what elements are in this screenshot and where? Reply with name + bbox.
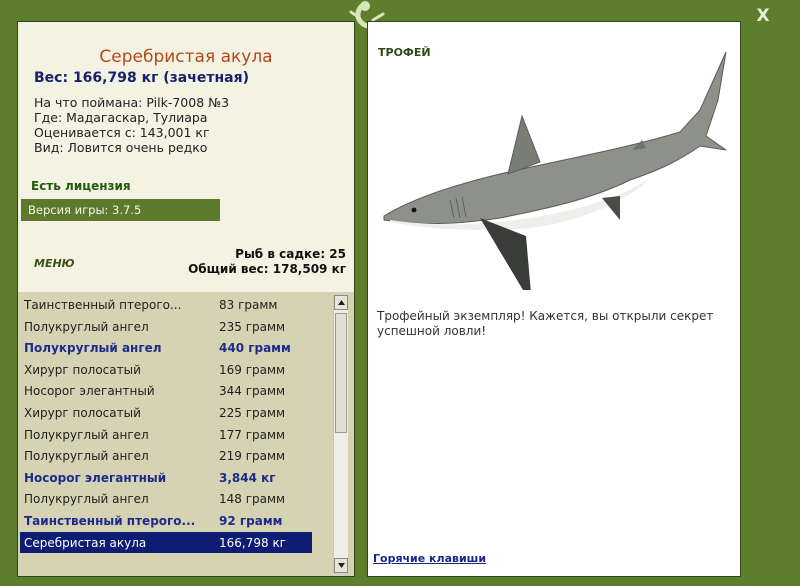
trophy-panel: ТРОФЕЙ Трофейный экземпляр! Кажется, вы … [367, 21, 741, 577]
license-status: Есть лицензия [31, 179, 131, 193]
close-button[interactable]: X [752, 6, 774, 26]
keepnet-total-weight: Общий вес: 178,509 кг [188, 262, 346, 276]
menu-button[interactable]: МЕНЮ [34, 257, 75, 270]
scroll-down-button[interactable] [334, 558, 348, 573]
silky-shark-icon [383, 51, 727, 290]
list-item-name: Полукруглый ангел [24, 341, 162, 356]
list-item-weight: 166,798 кг [219, 535, 286, 550]
list-item-name: Таинственный птерого... [24, 298, 182, 312]
list-item-name: Полукруглый ангел [24, 492, 149, 507]
list-item[interactable]: Полукруглый ангел 440 грамм [20, 337, 334, 359]
list-item[interactable]: Хирург полосатый 169 грамм [20, 359, 334, 381]
scroll-up-button[interactable] [334, 295, 348, 310]
list-item-name: Носорог элегантный [24, 384, 155, 399]
list-item[interactable]: Носорог элегантный 344 грамм [20, 380, 334, 402]
bait-info: На что поймана: Pilk-7008 №3 [34, 95, 230, 110]
fish-weight: Вес: 166,798 кг (зачетная) [34, 70, 249, 86]
fish-info-panel: Серебристая акула Вес: 166,798 кг (зачет… [17, 21, 355, 577]
list-item[interactable]: Хирург полосатый 225 грамм [20, 402, 334, 424]
arrow-down-icon [338, 563, 345, 568]
list-item-weight: 235 грамм [219, 319, 286, 334]
list-item-name: Хирург полосатый [24, 405, 141, 420]
list-item[interactable]: Полукруглый ангел 219 грамм [20, 445, 334, 467]
trophy-message: Трофейный экземпляр! Кажется, вы открыли… [377, 309, 714, 338]
list-item-weight: 92 грамм [219, 513, 283, 528]
list-item-name: Полукруглый ангел [24, 319, 149, 334]
list-item[interactable]: Полукруглый ангел 177 грамм [20, 424, 334, 446]
arrow-up-icon [338, 300, 345, 305]
list-item-weight: 225 грамм [219, 405, 286, 420]
catch-list[interactable]: Таинственный птерого... 83 грамм Полукругл… [18, 292, 354, 576]
keepnet-count: Рыб в садке: 25 [235, 247, 346, 261]
catch-list-scrollbar[interactable] [333, 295, 348, 573]
hotkeys-link[interactable]: Горячие клавиши [373, 552, 486, 565]
rated-info: Оценивается с: 143,001 кг [34, 125, 210, 140]
list-item-name: Таинственный птерого... [24, 513, 196, 528]
list-item[interactable]: Полукруглый ангел 148 грамм [20, 488, 334, 510]
list-item[interactable]: Таинственный птерого... 83 грамм [20, 294, 334, 316]
list-item-weight: 83 грамм [219, 298, 278, 312]
list-item-weight: 3,844 кг [219, 470, 276, 485]
list-item-weight: 177 грамм [219, 427, 286, 442]
scroll-thumb[interactable] [335, 313, 347, 433]
list-item-selected[interactable]: Серебристая акула 166,798 кг [20, 531, 312, 554]
list-item[interactable]: Полукруглый ангел 235 грамм [20, 316, 334, 338]
species-info: Вид: Ловится очень редко [34, 140, 208, 155]
list-item-name: Серебристая акула [24, 535, 147, 550]
game-version: Версия игры: 3.7.5 [21, 199, 220, 221]
list-item-weight: 344 грамм [219, 384, 286, 399]
list-item[interactable]: Таинственный птерого... 92 грамм [20, 510, 334, 532]
list-item-weight: 440 грамм [219, 341, 291, 356]
list-item[interactable]: Носорог элегантный 3,844 кг [20, 467, 334, 489]
list-item-weight: 148 грамм [219, 492, 286, 507]
list-item-name: Хирург полосатый [24, 362, 141, 377]
list-item-weight: 219 грамм [219, 449, 286, 464]
list-item-name: Носорог элегантный [24, 470, 167, 485]
list-item-name: Полукруглый ангел [24, 427, 149, 442]
list-item-weight: 169 грамм [219, 362, 286, 377]
fish-name-title: Серебристая акула [99, 47, 273, 67]
list-item-name: Полукруглый ангел [24, 449, 149, 464]
location-info: Где: Мадагаскар, Тулиара [34, 110, 208, 125]
